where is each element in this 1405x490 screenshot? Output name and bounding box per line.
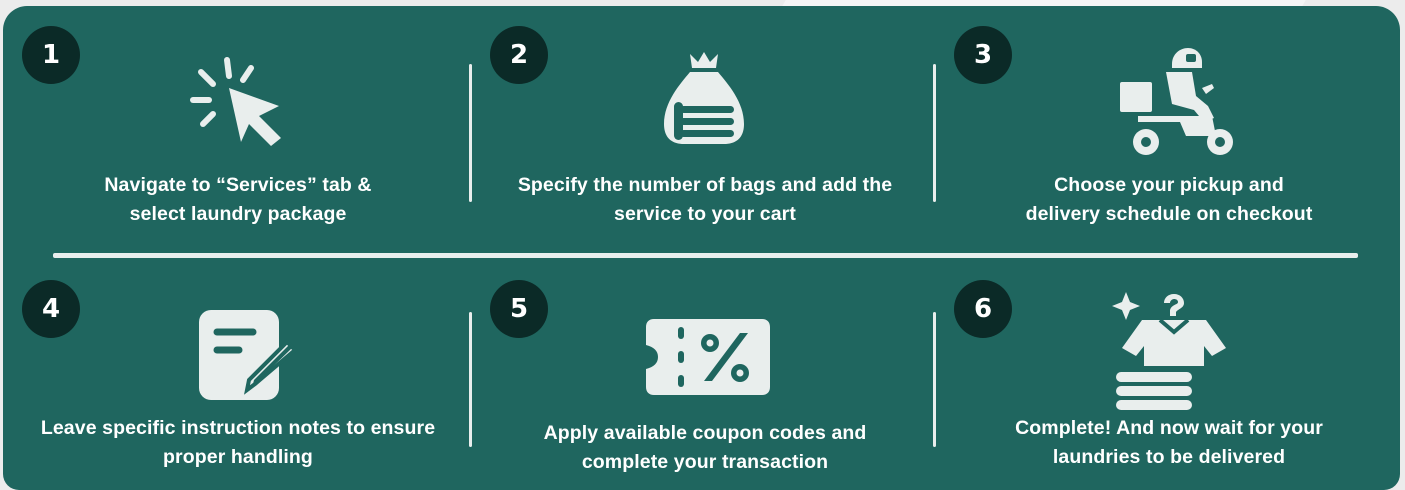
- step-number-badge: 4: [22, 280, 80, 338]
- edit-notes-icon: [195, 304, 303, 404]
- step-3: 3 Choose your pickup and delivery schedu…: [934, 6, 1404, 246]
- step-label: Leave specific instruction notes to ensu…: [40, 417, 436, 468]
- step-4: 4 Leave specific instruction notes to en…: [3, 254, 473, 490]
- step-label: Navigate to “Services” tab & select laun…: [104, 174, 372, 225]
- clean-laundry-icon: [1112, 290, 1232, 410]
- step-number-badge: 3: [954, 26, 1012, 84]
- coupon-percent-icon: [644, 317, 772, 397]
- step-label: Specify the number of bags and add the s…: [517, 174, 893, 225]
- step-5: 5 Apply available coupon codes and compl…: [470, 254, 940, 490]
- laundry-bag-icon: [654, 50, 754, 146]
- steps-panel: 1 Navigate to “Services” tab & select la…: [3, 6, 1400, 490]
- step-2: 2 Specify the number of bags and add the…: [470, 6, 940, 246]
- click-cursor-icon: [189, 54, 285, 146]
- step-label: Apply available coupon codes and complet…: [543, 422, 867, 473]
- delivery-scooter-icon: [1116, 48, 1236, 160]
- step-6: 6 Complete! And now wait for your laundr…: [934, 254, 1404, 490]
- step-label: Choose your pickup and delivery schedule…: [1025, 174, 1313, 225]
- step-1: 1 Navigate to “Services” tab & select la…: [3, 6, 473, 246]
- step-number-badge: 1: [22, 26, 80, 84]
- step-number-badge: 2: [490, 26, 548, 84]
- step-number-badge: 6: [954, 280, 1012, 338]
- step-label: Complete! And now wait for your laundrie…: [1015, 417, 1323, 468]
- step-number-badge: 5: [490, 280, 548, 338]
